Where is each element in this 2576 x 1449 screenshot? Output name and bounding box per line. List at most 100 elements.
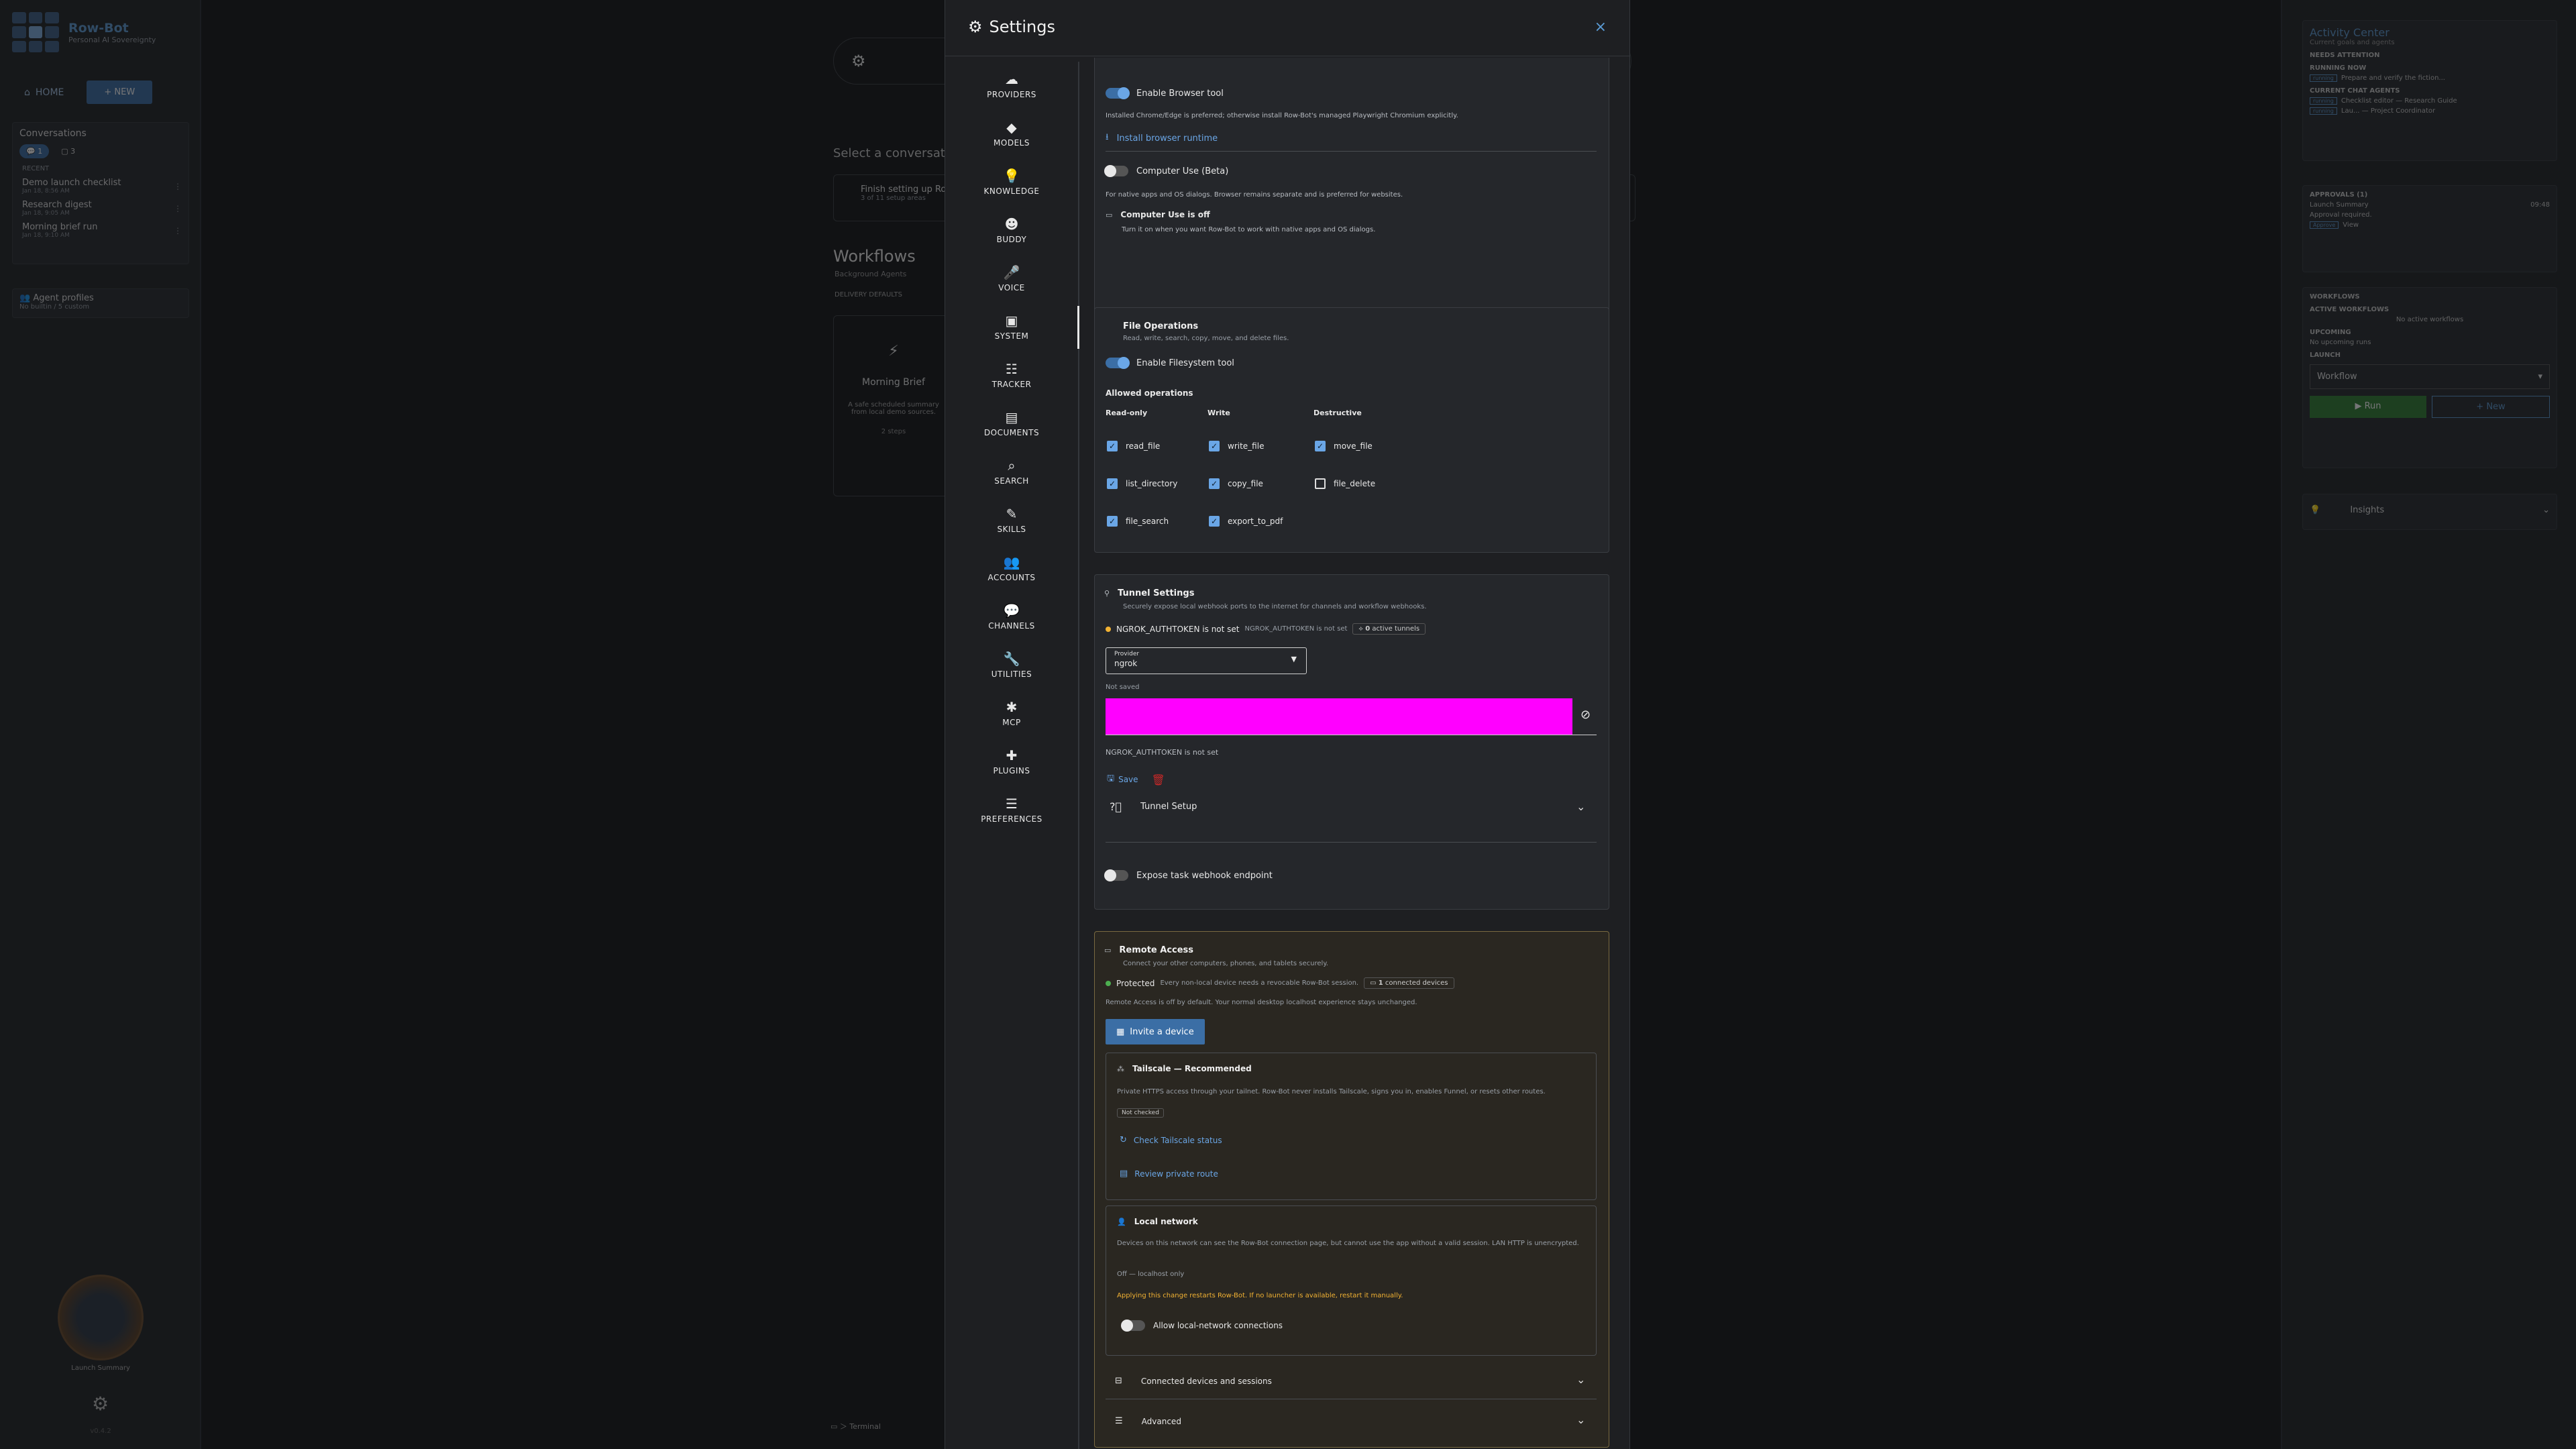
computer-use-toggle[interactable] (1104, 165, 1128, 177)
visibility-toggle[interactable]: ⊘ (1580, 708, 1591, 722)
nav-search[interactable]: ⌕ SEARCH (945, 448, 1078, 496)
save-button[interactable]: 🖫 Save (1107, 772, 1138, 787)
other-filter-chip[interactable]: ▢ 3 (54, 144, 82, 158)
op-file-search[interactable]: ✓ file_search (1107, 516, 1169, 527)
nav-mcp[interactable]: ✱ MCP (945, 690, 1078, 738)
approval-item[interactable]: Launch Summary 09:48 (2310, 201, 2550, 209)
provider-select[interactable]: Provider ngrok ▼ (1106, 647, 1307, 674)
checkbox-checked-icon[interactable]: ✓ (1107, 516, 1118, 527)
workflow-select[interactable]: Workflow ▾ (2310, 364, 2550, 389)
terminal-tab[interactable]: ▭ ＞ Terminal (830, 1421, 881, 1432)
checkbox-checked-icon[interactable]: ✓ (1315, 441, 1326, 451)
new-button[interactable]: + NEW (87, 80, 153, 104)
nav-system[interactable]: ▣ SYSTEM (945, 303, 1079, 352)
remote-access-panel: ▭ Remote Access Connect your other compu… (1094, 931, 1609, 1448)
nav-tracker[interactable]: ☷ TRACKER (945, 352, 1078, 400)
more-icon[interactable]: ⋮ (174, 182, 182, 191)
checkbox-checked-icon[interactable]: ✓ (1107, 441, 1118, 451)
filesystem-toggle[interactable] (1106, 357, 1130, 369)
connected-devices-chevron[interactable]: ⌄ (1576, 1373, 1585, 1386)
op-export-to-pdf[interactable]: ✓ export_to_pdf (1209, 516, 1283, 527)
invite-device-button[interactable]: ▦ Invite a device (1106, 1019, 1205, 1044)
browser-toggle[interactable] (1106, 87, 1130, 99)
op-move-file[interactable]: ✓ move_file (1315, 441, 1373, 451)
checkbox-checked-icon[interactable]: ✓ (1107, 478, 1118, 489)
conversation-title: Research digest (22, 200, 92, 210)
install-runtime-link[interactable]: ⭳ Install browser runtime (1106, 131, 1218, 146)
agent-profiles-card[interactable]: 👥 Agent profiles No builtin / 5 custom (12, 288, 189, 318)
no-active-text: No active workflows (2396, 316, 2464, 323)
running-now-label: RUNNING NOW (2310, 64, 2367, 72)
insights-card[interactable]: 💡 Insights ⌄ (2302, 494, 2557, 530)
checkbox-checked-icon[interactable]: ✓ (1209, 478, 1220, 489)
expose-webhook-toggle[interactable] (1104, 869, 1128, 881)
new-workflow-button[interactable]: + New (2432, 396, 2550, 418)
review-route-button[interactable]: ▤ Review private route (1120, 1169, 1218, 1179)
allow-lan-row[interactable]: Allow local-network connections (1121, 1320, 1283, 1332)
conversation-item[interactable]: Research digest Jan 18, 9:05 AM ⋮ (13, 197, 189, 219)
tunnel-setup-chevron[interactable]: ⌄ (1576, 800, 1585, 813)
warning-dot-icon (1106, 626, 1111, 632)
nav-plugins[interactable]: ✚ PLUGINS (945, 738, 1078, 786)
new-label: New (2486, 402, 2506, 412)
nav-knowledge[interactable]: 💡 KNOWLEDGE (945, 158, 1078, 207)
nav-providers[interactable]: ☁ PROVIDERS (945, 62, 1078, 110)
advanced-expander[interactable]: ☰ Advanced (1115, 1416, 1181, 1426)
browser-hint: Installed Chrome/Edge is preferred; othe… (1106, 112, 1458, 119)
browser-toggle-row[interactable]: Enable Browser tool (1106, 87, 1224, 99)
agent-row[interactable]: running Lau... — Project Coordinator (2310, 107, 2550, 115)
op-write-file[interactable]: ✓ write_file (1209, 441, 1264, 451)
workflows-title: Workflows (833, 247, 916, 266)
delete-icon[interactable]: 🗑 (1152, 773, 1165, 786)
chat-filter-chip[interactable]: 💬 1 (19, 144, 50, 158)
gear-icon[interactable]: ⚙ (92, 1393, 109, 1415)
computer-use-toggle-row[interactable]: Computer Use (Beta) (1104, 165, 1228, 177)
more-icon[interactable]: ⋮ (174, 226, 182, 235)
checkbox-checked-icon[interactable]: ✓ (1209, 516, 1220, 527)
advanced-chevron[interactable]: ⌄ (1576, 1413, 1585, 1426)
nav-label: TRACKER (991, 380, 1032, 389)
nav-channels[interactable]: 💬 CHANNELS (945, 593, 1078, 641)
browser-hint-row: Installed Chrome/Edge is preferred; othe… (1106, 112, 1458, 119)
nav-models[interactable]: ◆ MODELS (945, 110, 1078, 158)
view-button[interactable]: View (2343, 221, 2359, 229)
lightbulb-icon: 💡 (1003, 168, 1020, 184)
op-label: copy_file (1228, 479, 1263, 488)
workflow-card[interactable]: ⚡ Morning Brief A safe scheduled summary… (833, 315, 954, 496)
allow-lan-toggle[interactable] (1121, 1320, 1145, 1332)
nav-documents[interactable]: ▤ DOCUMENTS (945, 400, 1078, 448)
buddy-avatar[interactable] (58, 1275, 144, 1360)
check-tailscale-button[interactable]: ↻ Check Tailscale status (1120, 1135, 1222, 1145)
chip-count-other: 3 (70, 147, 76, 156)
nav-buddy[interactable]: ☻ BUDDY (945, 207, 1078, 255)
nav-voice[interactable]: 🎤 VOICE (945, 255, 1078, 303)
agent-row[interactable]: running Checklist editor — Research Guide (2310, 97, 2550, 105)
filesystem-toggle-row[interactable]: Enable Filesystem tool (1106, 357, 1234, 369)
nav-utilities[interactable]: 🔧 UTILITIES (945, 641, 1078, 690)
op-list-directory[interactable]: ✓ list_directory (1107, 478, 1177, 489)
run-button[interactable]: ▶ Run (2310, 396, 2426, 418)
gear-icon[interactable]: ⚙ (851, 52, 866, 70)
connected-devices-expander[interactable]: ⊟ Connected devices and sessions (1115, 1376, 1272, 1386)
op-read-file[interactable]: ✓ read_file (1107, 441, 1160, 451)
op-file-delete[interactable]: file_delete (1315, 478, 1375, 489)
running-item[interactable]: running Prepare and verify the fiction... (2310, 74, 2550, 82)
nav-skills[interactable]: ✎ SKILLS (945, 496, 1078, 545)
close-button[interactable]: × (1595, 19, 1607, 36)
home-button[interactable]: ⌂ HOME (12, 82, 76, 103)
agents-icon: 👥 (19, 293, 31, 303)
conversation-item[interactable]: Demo launch checklist Jan 18, 8:56 AM ⋮ (13, 175, 189, 197)
nav-preferences[interactable]: ☰ PREFERENCES (945, 786, 1078, 835)
tunnel-setup-expander[interactable]: ?⃝ Tunnel Setup (1110, 800, 1197, 813)
more-icon[interactable]: ⋮ (174, 204, 182, 213)
workflow-card-desc: A safe scheduled summary from local demo… (848, 401, 939, 416)
authtoken-input-masked[interactable] (1106, 698, 1572, 735)
conversation-item[interactable]: Morning brief run Jan 18, 9:10 AM ⋮ (13, 219, 189, 241)
checkbox-checked-icon[interactable]: ✓ (1209, 441, 1220, 451)
checkbox-unchecked-icon[interactable] (1315, 478, 1326, 489)
approve-button[interactable]: Approve (2310, 221, 2339, 229)
op-copy-file[interactable]: ✓ copy_file (1209, 478, 1263, 489)
expose-webhook-row[interactable]: Expose task webhook endpoint (1104, 869, 1273, 881)
mcp-icon: ✱ (1006, 699, 1018, 715)
nav-accounts[interactable]: 👥 ACCOUNTS (945, 545, 1078, 593)
